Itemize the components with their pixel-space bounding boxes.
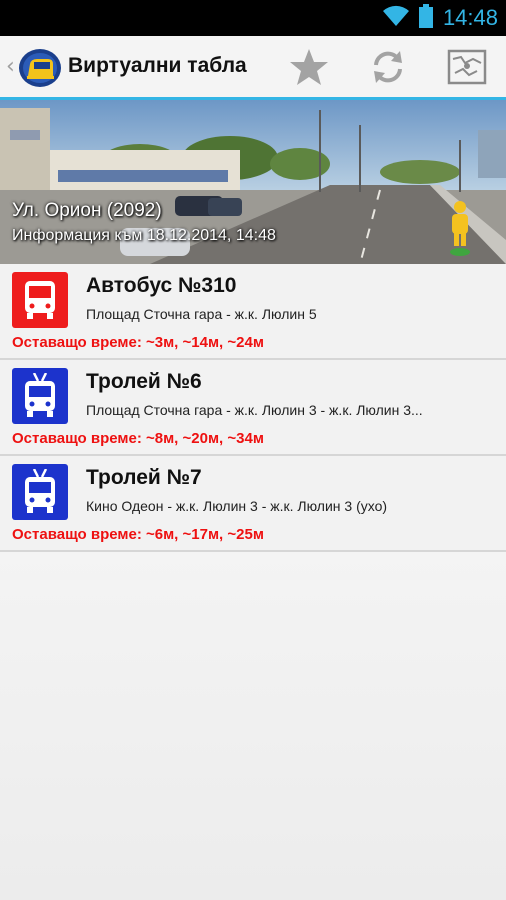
- remaining-time: Оставащо време: ~8м, ~20м, ~34м: [12, 430, 264, 447]
- map-icon: [447, 49, 487, 89]
- line-route: Кино Одеон - ж.к. Люлин 3 - ж.к. Люлин 3…: [86, 498, 388, 514]
- map-button[interactable]: [446, 48, 488, 90]
- refresh-button[interactable]: [367, 48, 409, 90]
- app-logo-icon[interactable]: [18, 48, 62, 92]
- remaining-time: Оставащо време: ~6м, ~17м, ~25м: [12, 526, 264, 543]
- line-route: Площад Сточна гара - ж.к. Люлин 5: [86, 306, 317, 322]
- list-item-bus-310[interactable]: Автобус №310 Площад Сточна гара - ж.к. Л…: [0, 264, 506, 360]
- arrivals-list: Автобус №310 Площад Сточна гара - ж.к. Л…: [0, 264, 506, 552]
- action-bar: ‹ Виртуални табла: [0, 36, 506, 100]
- info-timestamp: Информация към 18.12.2014, 14:48: [12, 227, 276, 244]
- line-route: Площад Сточна гара - ж.к. Люлин 3 - ж.к.…: [86, 402, 423, 418]
- battery-icon: [418, 4, 433, 32]
- status-icons: 14:48: [382, 0, 498, 36]
- remaining-time: Оставащо време: ~3м, ~14м, ~24м: [12, 334, 264, 351]
- line-title: Тролей №7: [86, 466, 202, 489]
- refresh-icon: [369, 48, 407, 90]
- status-bar: 14:48: [0, 0, 506, 36]
- list-item-trolley-7[interactable]: Тролей №7 Кино Одеон - ж.к. Люлин 3 - ж.…: [0, 456, 506, 552]
- trolleybus-icon: [12, 464, 68, 520]
- star-icon: [289, 48, 329, 90]
- trolleybus-icon: [12, 368, 68, 424]
- stop-name: Ул. Орион (2092): [12, 200, 162, 221]
- street-view-banner[interactable]: Ул. Орион (2092) Информация към 18.12.20…: [0, 100, 506, 264]
- bus-icon: [12, 272, 68, 328]
- favorite-button[interactable]: [288, 48, 330, 90]
- wifi-icon: [382, 5, 409, 31]
- list-item-trolley-6[interactable]: Тролей №6 Площад Сточна гара - ж.к. Люли…: [0, 360, 506, 456]
- up-caret-icon[interactable]: ‹: [6, 54, 15, 79]
- clock: 14:48: [442, 5, 498, 30]
- line-title: Тролей №6: [86, 370, 202, 393]
- app-title: Виртуални табла: [68, 54, 247, 77]
- line-title: Автобус №310: [86, 274, 237, 297]
